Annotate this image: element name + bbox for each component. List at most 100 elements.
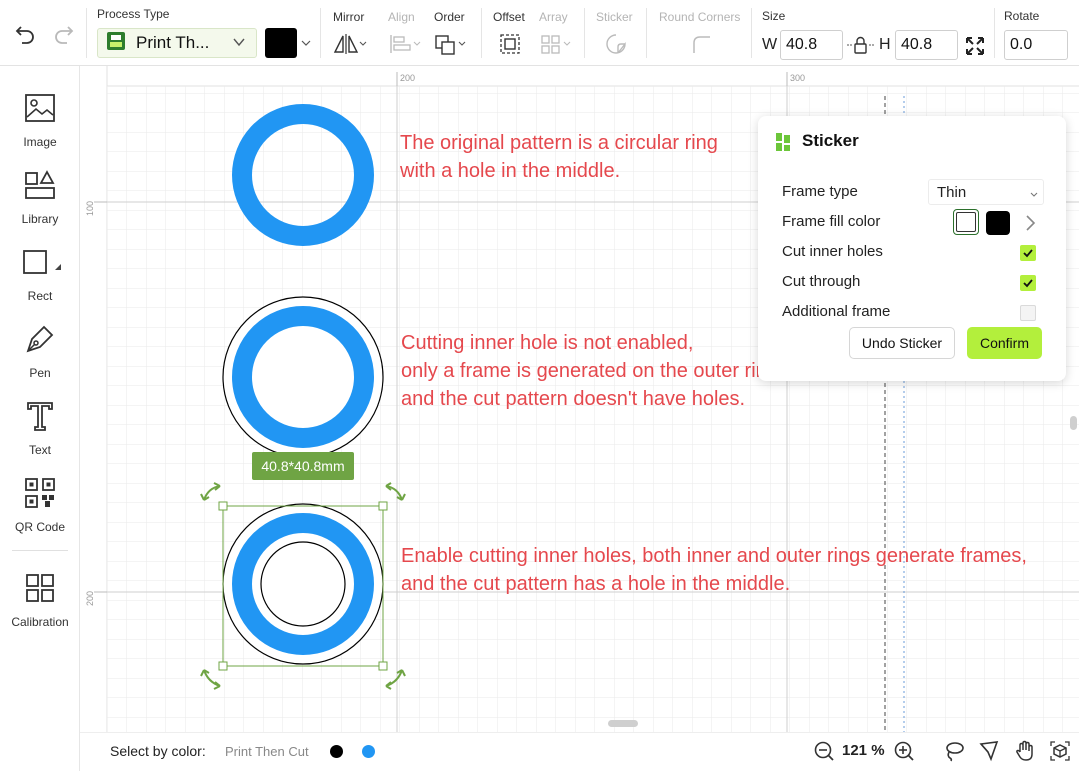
calibration-icon (24, 572, 56, 609)
library-icon (24, 169, 56, 206)
resize-handle[interactable] (218, 661, 228, 671)
mirror-icon[interactable] (332, 32, 370, 56)
width-input[interactable]: 40.8 (780, 30, 843, 60)
3d-view-icon[interactable] (1048, 739, 1072, 763)
color-filter-blue[interactable] (362, 745, 375, 758)
cut-through-checkbox[interactable] (1020, 275, 1036, 291)
annotation-line: and the cut pattern doesn't have holes. (401, 388, 746, 410)
sidebar-item-pen[interactable]: Pen (0, 323, 80, 395)
cut-inner-holes-checkbox[interactable] (1020, 245, 1036, 261)
round-corners-icon[interactable] (688, 32, 714, 56)
chevron-down-icon[interactable] (299, 36, 313, 50)
process-type-label: Process Type (97, 7, 170, 21)
zoom-in-icon[interactable] (892, 739, 916, 763)
rect-icon (17, 246, 63, 283)
process-type-value: Print Th... (136, 33, 210, 52)
resize-handle[interactable] (378, 661, 388, 671)
left-sidebar: Image Library Rect Pen Text QR Code Cali… (0, 66, 80, 771)
ruler-label: 200 (85, 591, 95, 606)
frame-fill-label: Frame fill color (782, 213, 881, 230)
sidebar-item-label: Calibration (11, 615, 69, 629)
pen-icon (24, 323, 56, 360)
process-color-swatch[interactable] (265, 28, 297, 58)
rotate-label: Rotate (1004, 9, 1040, 23)
additional-frame-checkbox[interactable] (1020, 305, 1036, 321)
annotation-line: Cutting inner hole is not enabled, (401, 332, 694, 354)
sidebar-item-label: Library (21, 212, 59, 226)
sidebar-item-calibration[interactable]: Calibration (0, 572, 80, 644)
hand-icon[interactable] (1013, 739, 1037, 763)
height-input[interactable]: 40.8 (895, 30, 958, 60)
sidebar-item-text[interactable]: Text (0, 400, 80, 472)
fill-swatch-white[interactable] (953, 209, 979, 235)
status-bar: Select by color: Print Then Cut 121 % (80, 732, 1079, 771)
rotate-input[interactable]: 0.0 (1004, 30, 1068, 60)
expand-icon[interactable] (964, 35, 986, 57)
annotation-line: The original pattern is a circular ring (400, 132, 718, 154)
redo-icon[interactable] (51, 20, 77, 46)
lasso-icon[interactable] (942, 739, 966, 763)
offset-label: Offset (493, 10, 525, 24)
select-by-color-label: Select by color: (110, 743, 206, 759)
zoom-out-icon[interactable] (812, 739, 836, 763)
sticker-label: Sticker (596, 10, 633, 24)
order-label: Order (434, 10, 465, 24)
annotation-line: and the cut pattern has a hole in the mi… (401, 573, 791, 595)
top-ruler (80, 66, 1079, 86)
lock-icon[interactable] (846, 35, 876, 55)
divider (994, 8, 995, 58)
sidebar-item-rect[interactable]: Rect (0, 246, 80, 318)
ruler-label: 100 (85, 201, 95, 216)
chevron-down-icon (232, 35, 246, 54)
order-icon[interactable] (434, 32, 470, 56)
sticker-logo-icon (776, 133, 792, 156)
frame-type-select[interactable]: Thin (928, 179, 1044, 205)
align-icon[interactable] (388, 32, 424, 56)
divider (584, 8, 585, 58)
fill-swatch-black[interactable] (986, 211, 1010, 235)
color-filter-black[interactable] (330, 745, 343, 758)
undo-sticker-button[interactable]: Undo Sticker (849, 327, 955, 359)
annotation-no-inner-cut: Cutting inner hole is not enabled, only … (401, 329, 783, 413)
round-corners-label: Round Corners (659, 10, 741, 24)
annotation-line: only a frame is generated on the outer r… (401, 360, 784, 382)
sidebar-item-label: Rect (27, 289, 53, 303)
sidebar-item-label: Pen (29, 366, 51, 380)
cut-through-label: Cut through (782, 273, 861, 290)
sidebar-divider (12, 550, 68, 551)
left-ruler (80, 66, 107, 732)
sidebar-item-label: Text (28, 443, 51, 457)
panel-title: Sticker (802, 131, 859, 150)
confirm-button[interactable]: Confirm (967, 327, 1042, 359)
vertical-scrollbar[interactable] (1070, 416, 1077, 430)
ruler-label: 200 (400, 73, 415, 83)
sidebar-item-label: QR Code (14, 520, 66, 534)
height-label: H (879, 36, 891, 53)
offset-icon[interactable] (497, 32, 523, 56)
horizontal-scrollbar[interactable] (608, 720, 638, 727)
chevron-down-icon (1029, 186, 1039, 203)
resize-handle[interactable] (218, 501, 228, 511)
array-label: Array (539, 10, 568, 24)
divider (481, 8, 482, 58)
annotation-inner-cut: Enable cutting inner holes, both inner a… (401, 542, 1027, 598)
process-hint: Print Then Cut (225, 744, 309, 759)
additional-frame-label: Additional frame (782, 303, 891, 320)
sticker-icon[interactable] (603, 32, 629, 56)
width-label: W (762, 36, 778, 53)
qr-code-icon (24, 477, 56, 514)
annotation-line: Enable cutting inner holes, both inner a… (401, 545, 1027, 567)
process-type-select[interactable]: Print Th... (97, 28, 257, 58)
select-arrow-icon[interactable] (977, 739, 1001, 763)
frame-type-value: Thin (937, 183, 967, 201)
frame-type-label: Frame type (782, 183, 858, 200)
undo-icon[interactable] (12, 20, 38, 46)
sidebar-item-qr-code[interactable]: QR Code (0, 477, 80, 549)
resize-handle[interactable] (378, 501, 388, 511)
sidebar-item-library[interactable]: Library (0, 169, 80, 241)
array-icon[interactable] (539, 32, 575, 56)
sidebar-item-image[interactable]: Image (0, 92, 80, 164)
chevron-right-icon[interactable] (1024, 214, 1036, 237)
mirror-label: Mirror (333, 10, 365, 24)
sidebar-item-label: Image (23, 135, 57, 149)
